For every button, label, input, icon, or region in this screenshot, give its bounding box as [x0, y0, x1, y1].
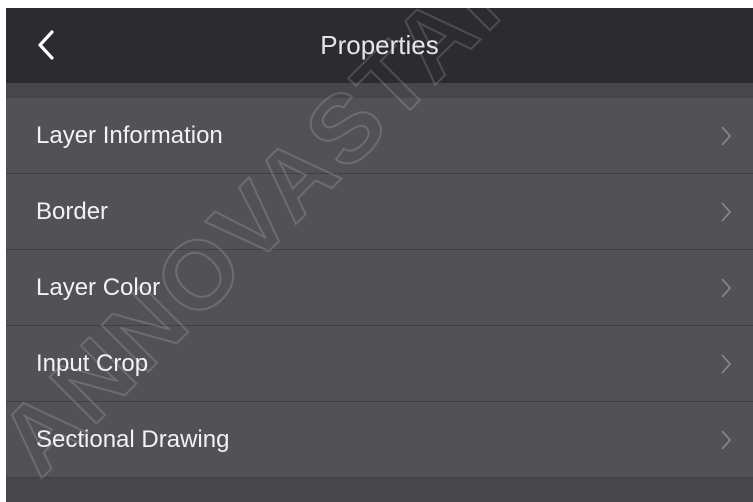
- menu-item-label: Layer Information: [36, 122, 223, 149]
- chevron-left-icon: [38, 30, 54, 60]
- menu-item-sectional-drawing[interactable]: Sectional Drawing: [6, 402, 753, 478]
- page-title: Properties: [320, 30, 439, 60]
- menu-item-layer-information[interactable]: Layer Information: [6, 98, 753, 174]
- bottom-spacer: [6, 478, 753, 502]
- menu-item-label: Layer Color: [36, 274, 161, 301]
- back-button[interactable]: [24, 23, 68, 67]
- chevron-right-icon: [721, 278, 732, 298]
- menu-item-label: Border: [36, 198, 109, 225]
- chevron-right-icon: [721, 430, 732, 450]
- menu-item-border[interactable]: Border: [6, 174, 753, 250]
- header-gap: [6, 83, 753, 98]
- chevron-right-icon: [721, 202, 732, 222]
- properties-screen: Properties Layer Information Border Laye…: [6, 8, 753, 502]
- chevron-right-icon: [721, 354, 732, 374]
- chevron-right-icon: [721, 126, 732, 146]
- menu-item-input-crop[interactable]: Input Crop: [6, 326, 753, 402]
- menu-item-layer-color[interactable]: Layer Color: [6, 250, 753, 326]
- properties-menu: Layer Information Border Layer Color Inp…: [6, 98, 753, 478]
- header-bar: Properties: [6, 8, 753, 83]
- menu-item-label: Sectional Drawing: [36, 426, 230, 453]
- menu-item-label: Input Crop: [36, 350, 149, 377]
